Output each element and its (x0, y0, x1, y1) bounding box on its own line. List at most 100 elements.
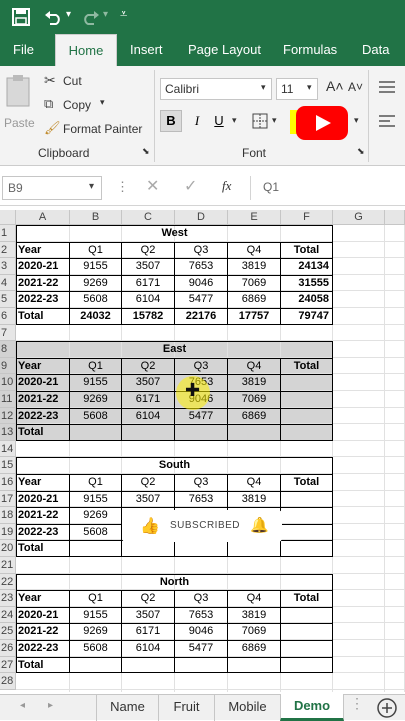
table-cell[interactable]: 3819 (228, 490, 281, 508)
column-header[interactable]: C (122, 210, 175, 225)
table-cell[interactable]: 5477 (175, 640, 228, 657)
table-cell[interactable]: Q3 (175, 474, 228, 491)
table-cell[interactable] (281, 640, 333, 657)
row-header[interactable]: 4 (0, 274, 16, 292)
table-cell[interactable]: Year (16, 357, 70, 375)
customize-toolbar-icon[interactable]: ⩡ (120, 6, 127, 22)
column-header[interactable]: F (281, 210, 333, 225)
row-header[interactable]: 20 (0, 540, 16, 557)
table-cell[interactable]: Year (16, 241, 70, 259)
row-header[interactable]: 15 (0, 457, 16, 474)
row-header[interactable]: 26 (0, 640, 16, 657)
row-header[interactable]: 18 (0, 507, 16, 524)
tab-page-layout[interactable]: Page Layout (188, 34, 261, 66)
table-cell[interactable] (122, 424, 175, 441)
redo-icon[interactable] (82, 9, 100, 25)
row-header[interactable]: 25 (0, 623, 16, 640)
sheet-tab-name[interactable]: Name (96, 695, 158, 721)
table-cell[interactable]: Q3 (175, 241, 228, 259)
table-cell[interactable]: 9269 (70, 391, 122, 408)
table-cell[interactable]: 6104 (122, 640, 175, 657)
sheet-tab-demo[interactable]: Demo (280, 694, 344, 721)
table-cell[interactable]: 5608 (70, 407, 122, 425)
table-cell[interactable]: 6104 (122, 407, 175, 425)
table-cell[interactable]: 5608 (70, 523, 122, 541)
decrease-font-icon[interactable]: A˅ (348, 80, 363, 94)
table-cell[interactable] (228, 424, 281, 441)
formula-input[interactable]: Q1 (250, 176, 405, 200)
table-cell[interactable] (70, 424, 122, 441)
table-cell[interactable]: Total (16, 424, 70, 441)
table-cell[interactable]: 2022-23 (16, 640, 70, 657)
row-header[interactable]: 21 (0, 557, 16, 574)
table-cell[interactable]: 79747 (281, 308, 333, 325)
table-cell[interactable]: 9269 (70, 274, 122, 292)
row-header[interactable]: 17 (0, 490, 16, 508)
table-cell[interactable]: Q3 (175, 357, 228, 375)
table-cell[interactable]: 9155 (70, 258, 122, 275)
row-header[interactable]: 16 (0, 474, 16, 491)
table-cell[interactable]: Total (16, 540, 70, 557)
row-header[interactable]: 19 (0, 523, 16, 541)
row-header[interactable]: 23 (0, 590, 16, 607)
column-header[interactable]: E (228, 210, 281, 225)
table-cell[interactable] (228, 656, 281, 674)
table-cell[interactable]: Q4 (228, 241, 281, 259)
table-cell[interactable]: 2022-23 (16, 291, 70, 308)
insert-function-icon[interactable]: fx (222, 178, 231, 194)
table-cell[interactable]: Q1 (70, 474, 122, 491)
table-cell[interactable]: Total (281, 357, 333, 375)
table-cell[interactable]: 15782 (122, 308, 175, 325)
table-cell[interactable]: 6869 (228, 291, 281, 308)
table-cell[interactable] (281, 656, 333, 674)
row-header[interactable]: 27 (0, 656, 16, 674)
column-header[interactable]: A (16, 210, 70, 225)
format-painter-button[interactable]: 🖌 Format Painter (44, 120, 154, 138)
table-cell[interactable]: Year (16, 474, 70, 491)
table-cell[interactable]: 9155 (70, 374, 122, 391)
table-cell[interactable] (281, 507, 333, 524)
row-header[interactable]: 10 (0, 374, 16, 391)
enter-icon[interactable]: ✓ (184, 176, 197, 196)
cut-button[interactable]: ✂ Cut (44, 72, 144, 90)
table-cell[interactable] (281, 523, 333, 541)
table-cell[interactable]: Total (281, 474, 333, 491)
table-cell[interactable]: 7069 (228, 623, 281, 640)
undo-dropdown-icon[interactable]: ▾ (66, 9, 71, 20)
table-cell[interactable]: 2022-23 (16, 523, 70, 541)
row-header[interactable]: 28 (0, 673, 16, 690)
table-cell[interactable]: Q3 (175, 590, 228, 607)
add-sheet-icon[interactable] (376, 697, 398, 719)
table-cell[interactable]: 2020-21 (16, 258, 70, 275)
table-cell[interactable] (281, 490, 333, 508)
font-color-dropdown-icon[interactable]: ▾ (354, 115, 359, 126)
table-cell[interactable]: 3507 (122, 258, 175, 275)
table-cell[interactable]: 2021-22 (16, 507, 70, 524)
clipboard-launcher-icon[interactable]: ⬊ (142, 146, 150, 157)
table-cell[interactable]: Q1 (70, 590, 122, 607)
table-cell[interactable]: 5608 (70, 640, 122, 657)
table-cell[interactable]: 24058 (281, 291, 333, 308)
row-header[interactable]: 14 (0, 440, 16, 458)
table-cell[interactable] (281, 407, 333, 425)
font-launcher-icon[interactable]: ⬊ (357, 146, 365, 157)
table-cell[interactable]: 2021-22 (16, 623, 70, 640)
table-cell[interactable]: 6869 (228, 407, 281, 425)
column-header[interactable]: B (70, 210, 122, 225)
table-cell[interactable]: 5477 (175, 291, 228, 308)
row-header[interactable]: 5 (0, 291, 16, 308)
table-cell[interactable]: Q1 (70, 357, 122, 375)
table-cell[interactable]: 6869 (228, 640, 281, 657)
table-cell[interactable]: 7653 (175, 606, 228, 624)
table-cell[interactable]: Total (16, 656, 70, 674)
table-cell[interactable] (70, 540, 122, 557)
column-header[interactable] (385, 210, 405, 225)
table-cell[interactable] (281, 606, 333, 624)
table-cell[interactable]: Q4 (228, 357, 281, 375)
column-header[interactable]: G (333, 210, 385, 225)
paste-button[interactable]: Paste (4, 74, 36, 138)
row-header[interactable]: 3 (0, 258, 16, 275)
table-cell[interactable]: 9155 (70, 606, 122, 624)
table-cell[interactable]: Q2 (122, 474, 175, 491)
align-top-icon[interactable] (378, 80, 396, 94)
